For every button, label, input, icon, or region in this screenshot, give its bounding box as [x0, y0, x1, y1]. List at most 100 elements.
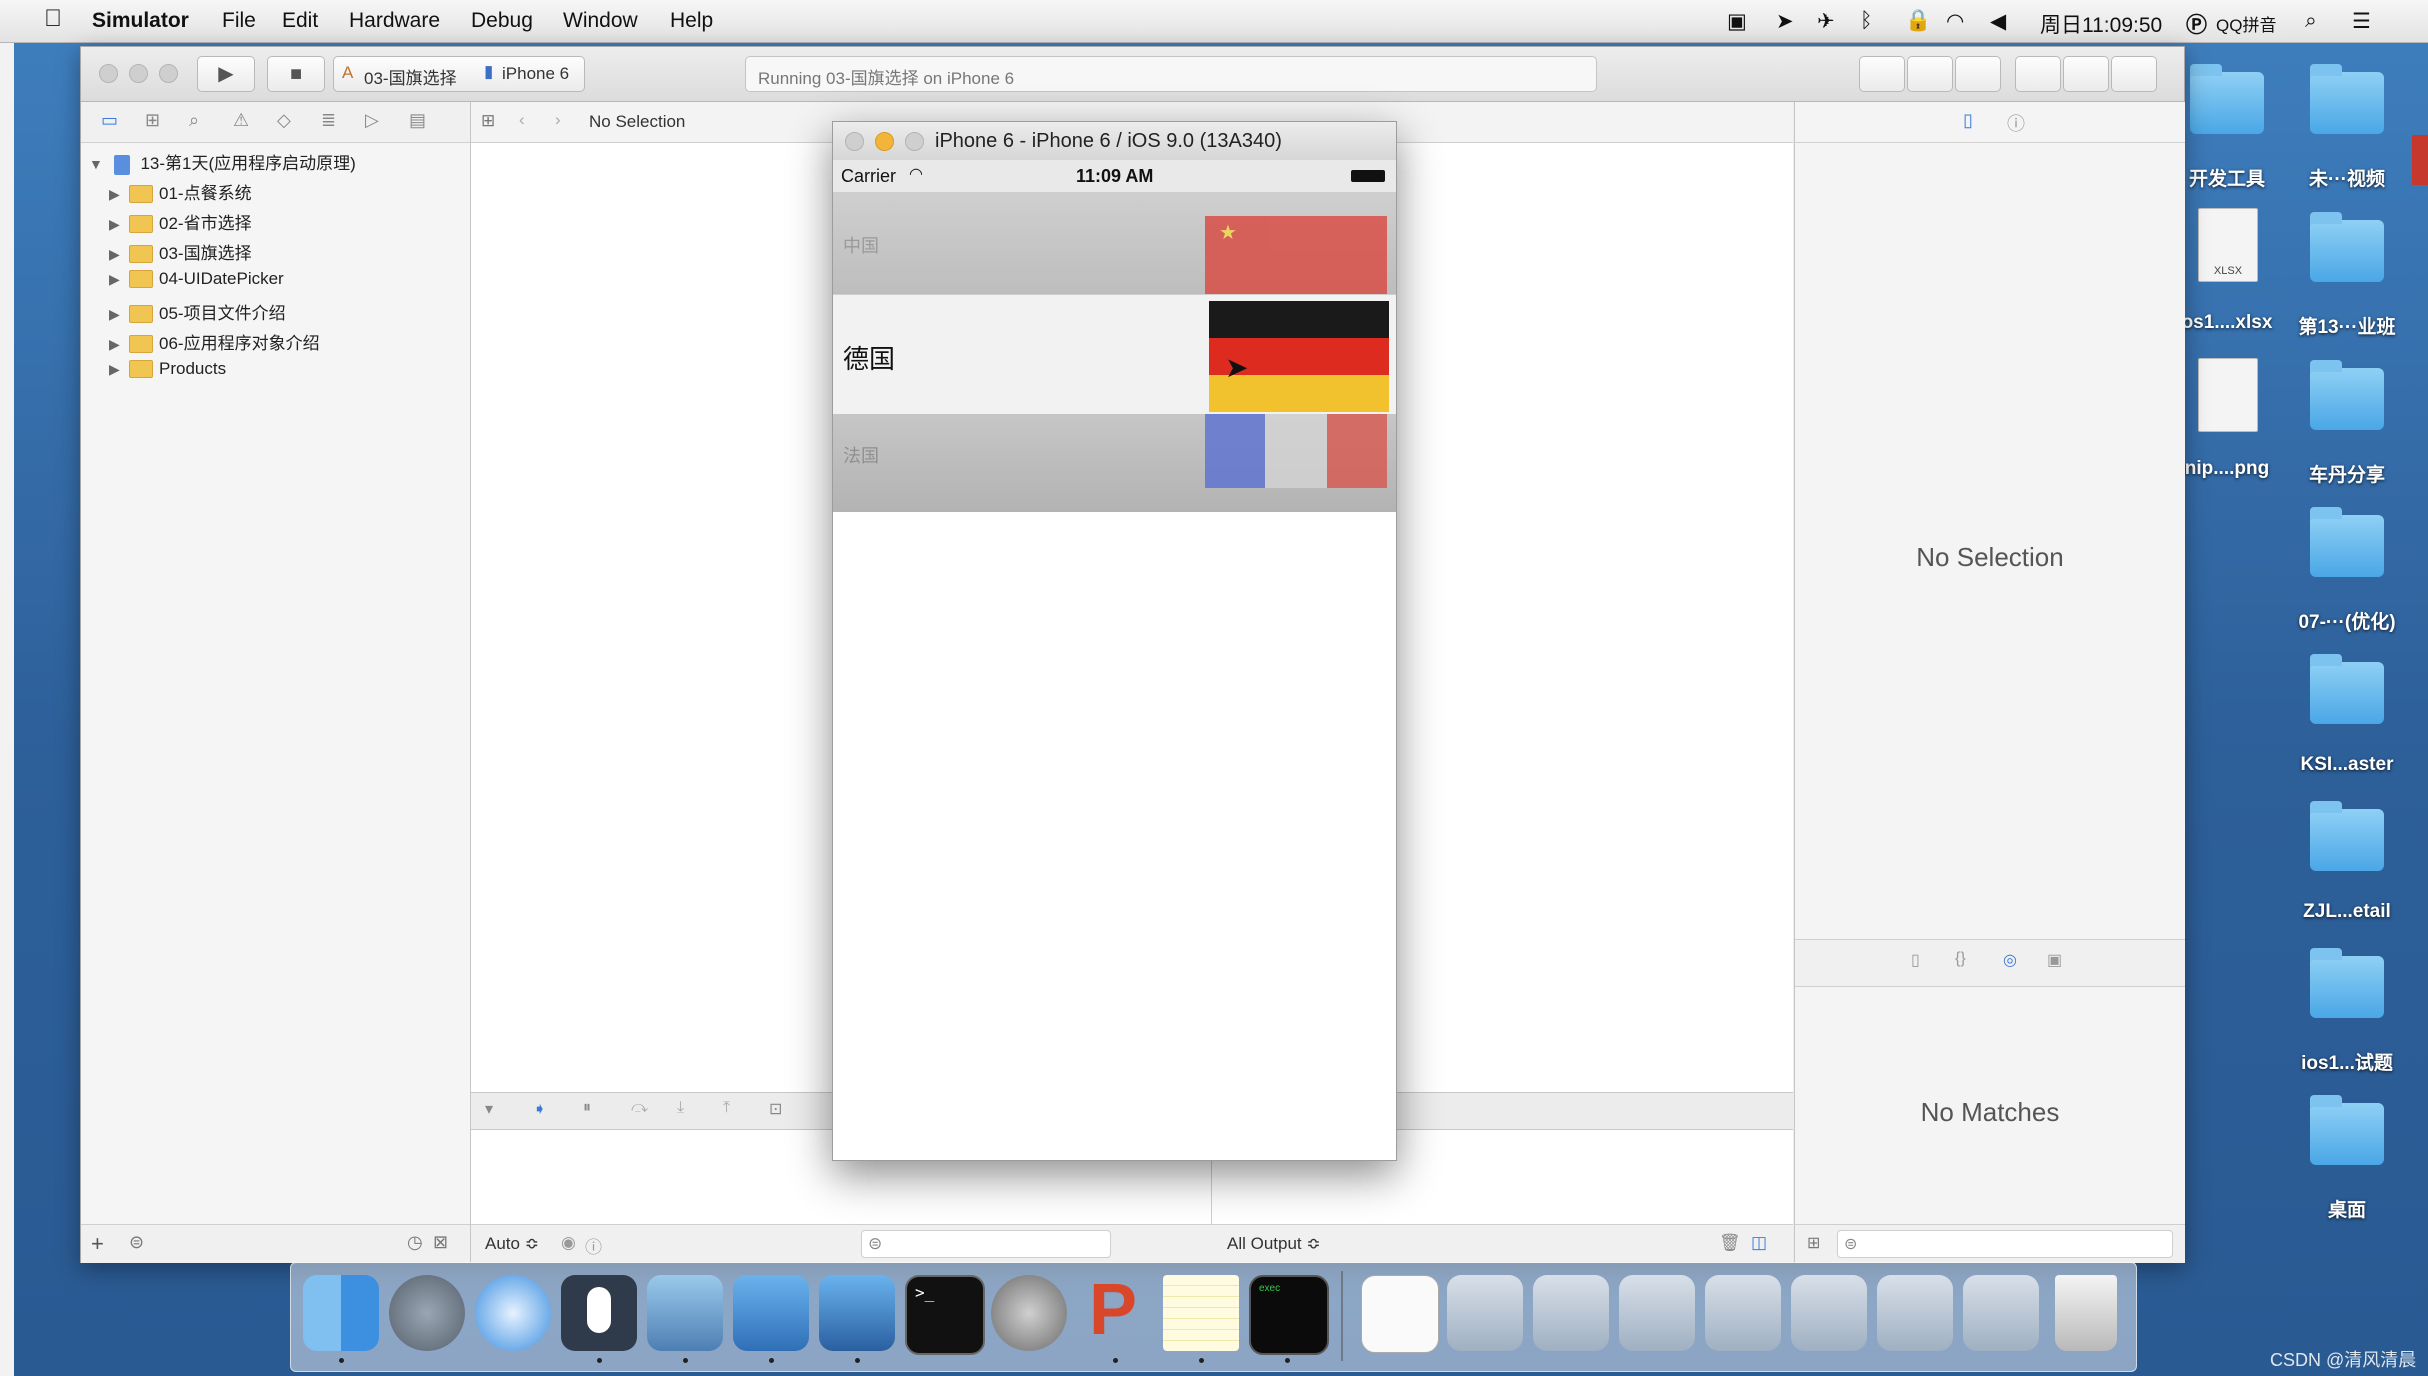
preview-icon[interactable]	[1361, 1275, 1439, 1353]
input-method-icon[interactable]: Ⓟ	[2186, 9, 2207, 39]
photo-slideshow-icon[interactable]	[647, 1275, 723, 1351]
code-snippet-icon[interactable]: {}	[1955, 950, 1966, 968]
menu-debug[interactable]: Debug	[471, 9, 533, 33]
version-editor-button[interactable]	[1955, 56, 2001, 92]
window-close-button[interactable]	[99, 64, 118, 83]
disclosure-closed-icon[interactable]: ▶	[109, 306, 129, 323]
quick-look-icon[interactable]: ◉	[561, 1233, 576, 1253]
test-tab-icon[interactable]: ◇	[277, 110, 291, 131]
wifi-icon[interactable]: ◠	[1946, 9, 1964, 34]
picker-row-france[interactable]: 法国	[833, 414, 1396, 512]
bluetooth-icon[interactable]: ᛒ	[1860, 9, 1873, 33]
picker-row-china[interactable]: 中国 ★	[833, 192, 1396, 294]
file-template-icon[interactable]: ▯	[1911, 950, 1920, 970]
spotlight-icon[interactable]: ⌕	[2305, 9, 2317, 33]
airplane-icon[interactable]: ✈	[1817, 9, 1835, 34]
split-console-icon[interactable]: ◫	[1751, 1233, 1767, 1253]
issue-tab-icon[interactable]: ⚠	[233, 110, 249, 131]
run-button[interactable]: ▶	[197, 56, 255, 92]
disclosure-closed-icon[interactable]: ▶	[109, 186, 129, 203]
object-library-icon[interactable]: ◎	[2003, 950, 2017, 970]
sim-minimize-button[interactable]	[875, 132, 894, 151]
navigator-folder-row[interactable]: ▶ 05-项目文件介绍	[109, 299, 286, 329]
scm-filter-icon[interactable]: ⊠	[433, 1232, 448, 1253]
menu-edit[interactable]: Edit	[282, 9, 318, 33]
filter-icon[interactable]: ⊜	[129, 1232, 144, 1253]
breakpoints-toggle-icon[interactable]: ➧	[533, 1099, 546, 1119]
sim-close-button[interactable]	[845, 132, 864, 151]
navigator-folder-row[interactable]: ▶ 03-国旗选择	[109, 239, 252, 269]
console-output-select[interactable]: All Output ≎	[1227, 1234, 1321, 1254]
window-icon-5[interactable]	[1791, 1275, 1867, 1351]
related-items-icon[interactable]: ⊞	[481, 111, 495, 131]
launchpad-icon[interactable]	[389, 1275, 465, 1351]
window-zoom-button[interactable]	[159, 64, 178, 83]
file-inspector-icon[interactable]: ▯	[1963, 110, 1973, 131]
sim-zoom-button[interactable]	[905, 132, 924, 151]
debug-tab-icon[interactable]: ≣	[321, 110, 336, 131]
window-icon-1[interactable]	[1447, 1275, 1523, 1351]
menu-app-name[interactable]: Simulator	[92, 9, 189, 33]
step-out-icon[interactable]: ⤒	[723, 1099, 730, 1117]
project-root-row[interactable]: ▼ 13-第1天(应用程序启动原理)	[89, 149, 356, 179]
toggle-debug-area-button[interactable]	[2063, 56, 2109, 92]
recent-files-icon[interactable]: ◷	[407, 1232, 423, 1253]
window-icon-3[interactable]	[1619, 1275, 1695, 1351]
navigator-folder-row[interactable]: ▶ 01-点餐系统	[109, 179, 252, 209]
notes-icon[interactable]	[1163, 1275, 1239, 1351]
system-preferences-icon[interactable]	[991, 1275, 1067, 1351]
assistant-editor-button[interactable]	[1907, 56, 1953, 92]
folder-tab-icon[interactable]: ▭	[101, 110, 118, 131]
finder-icon[interactable]	[303, 1275, 379, 1351]
trash-icon[interactable]	[2055, 1275, 2117, 1351]
navigator-folder-row[interactable]: ▶ 04-UIDatePicker	[109, 269, 284, 299]
disclosure-closed-icon[interactable]: ▶	[109, 246, 129, 263]
back-icon[interactable]: ‹	[519, 110, 525, 130]
navigator-folder-row[interactable]: ▶ 06-应用程序对象介绍	[109, 329, 320, 359]
navigator-folder-row[interactable]: ▶ 02-省市选择	[109, 209, 252, 239]
notification-center-icon[interactable]: ☰	[2352, 9, 2371, 34]
grid-view-icon[interactable]: ⊞	[1807, 1233, 1820, 1253]
disclosure-open-icon[interactable]: ▼	[89, 156, 109, 172]
window-icon-7[interactable]	[1963, 1275, 2039, 1351]
standard-editor-button[interactable]	[1859, 56, 1905, 92]
step-over-icon[interactable]: ⤼	[631, 1099, 648, 1117]
window-icon-4[interactable]	[1705, 1275, 1781, 1351]
exec-icon[interactable]: exec	[1249, 1275, 1329, 1355]
menu-file[interactable]: File	[222, 9, 256, 33]
add-icon[interactable]: +	[91, 1231, 104, 1257]
trash-icon[interactable]: 🗑	[1719, 1233, 1741, 1253]
window-icon-6[interactable]	[1877, 1275, 1953, 1351]
variables-scope-select[interactable]: Auto ≎	[485, 1234, 539, 1254]
find-tab-icon[interactable]: ⌕	[189, 110, 199, 131]
screen-record-icon[interactable]: ▣	[1727, 9, 1747, 34]
menu-help[interactable]: Help	[670, 9, 713, 33]
disclosure-closed-icon[interactable]: ▶	[109, 336, 129, 353]
forward-icon[interactable]: ›	[555, 110, 561, 130]
pause-icon[interactable]: ⏸	[583, 1099, 591, 1117]
quick-help-icon[interactable]: ⓘ	[2007, 110, 2025, 136]
stop-button[interactable]: ■	[267, 56, 325, 92]
disclosure-closed-icon[interactable]: ▶	[109, 271, 129, 288]
scheme-selector[interactable]: A 03-国旗选择 ▮ iPhone 6	[333, 56, 585, 92]
window-minimize-button[interactable]	[129, 64, 148, 83]
step-into-icon[interactable]: ⤓	[677, 1099, 684, 1117]
library-filter-field[interactable]: ⊜	[1837, 1230, 2173, 1258]
toggle-navigator-button[interactable]	[2015, 56, 2061, 92]
volume-icon[interactable]: ◀	[1990, 9, 2006, 34]
input-method-label[interactable]: QQ拼音	[2216, 11, 2276, 36]
variables-filter-field[interactable]: ⊜	[861, 1230, 1111, 1258]
safari-icon[interactable]	[475, 1275, 551, 1351]
hide-debug-area-icon[interactable]: ▾	[485, 1099, 493, 1119]
info-icon[interactable]: ⓘ	[585, 1233, 602, 1258]
menu-clock[interactable]: 周日11:09:50	[2040, 9, 2162, 39]
location-icon[interactable]: ➤	[1776, 9, 1794, 34]
terminal-icon[interactable]: >_	[905, 1275, 985, 1355]
menu-window[interactable]: Window	[563, 9, 638, 33]
jump-bar-selection[interactable]: No Selection	[589, 112, 685, 132]
media-library-icon[interactable]: ▣	[2047, 950, 2062, 970]
lock-icon[interactable]: 🔒	[1905, 9, 1931, 33]
powerpoint-icon[interactable]: P	[1077, 1270, 1153, 1351]
apple-menu-icon[interactable]: 	[44, 5, 62, 33]
symbol-tab-icon[interactable]: ⊞	[145, 110, 160, 131]
